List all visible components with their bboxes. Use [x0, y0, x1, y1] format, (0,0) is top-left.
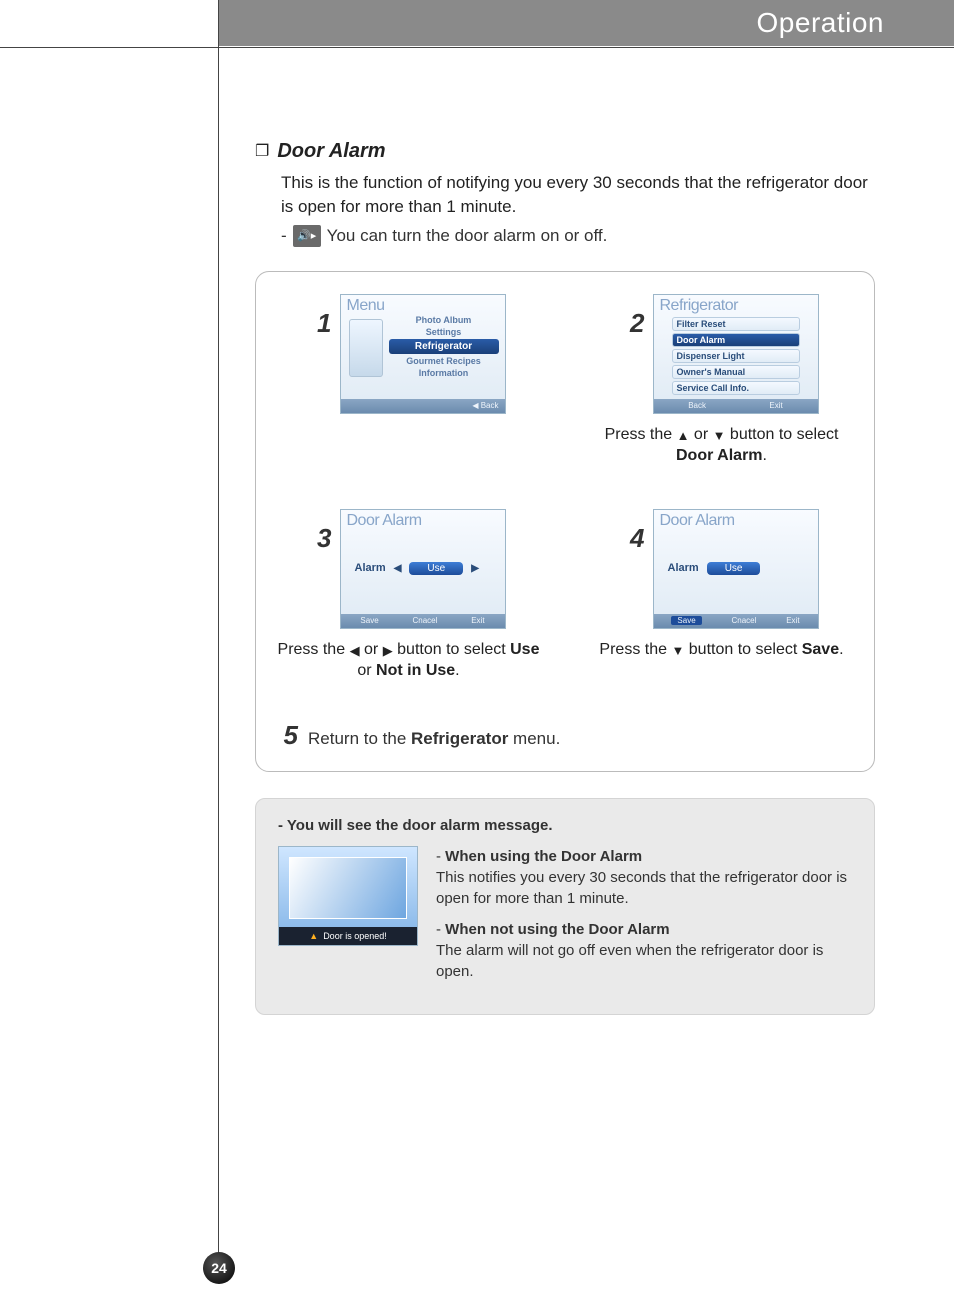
alarm-value: Use [409, 562, 463, 575]
info-row: ▲ Door is opened! - When using the Door … [278, 846, 852, 992]
menu-item: Photo Album [389, 315, 499, 325]
step-2-caption: Press the ▲ or ▼ button to select Door A… [585, 424, 858, 467]
info-screen-overlay [289, 857, 407, 919]
cancel-btn: Cnacel [412, 616, 437, 625]
step-3-caption: Press the ◀ or ▶ button to select Use or… [272, 639, 545, 682]
step-3-alarm-row: Alarm ◀ Use ▶ [355, 562, 491, 575]
step-4-bottom-bar: Save Cnacel Exit [654, 614, 818, 628]
left-arrow-icon: ◀ [394, 563, 402, 574]
back-btn: Back [688, 401, 706, 410]
info-screen: ▲ Door is opened! [278, 846, 418, 946]
step-1: 1 Menu Photo Album Settings Refrigerator… [272, 294, 545, 467]
exit-btn: Exit [786, 616, 799, 625]
popup-text: Door is opened! [323, 931, 387, 941]
list-item: Owner's Manual [672, 365, 800, 379]
step-4-caption: Press the ▼ button to select Save. [599, 639, 843, 661]
menu-item: Information [389, 368, 499, 378]
back-label: ◀ Back [472, 401, 498, 410]
step-3-num: 3 [312, 525, 332, 551]
step-2-screen: Refrigerator Filter Reset Door Alarm Dis… [653, 294, 819, 414]
section-toggle-note: - 🔊▸ You can turn the door alarm on or o… [281, 225, 875, 247]
list-item: Filter Reset [672, 317, 800, 331]
content: Door Alarm This is the function of notif… [255, 140, 875, 1015]
sound-icon: 🔊▸ [293, 225, 321, 247]
step-5-num: 5 [278, 722, 298, 748]
info-title: - You will see the door alarm message. [278, 817, 852, 834]
step-1-num: 1 [312, 310, 332, 336]
up-triangle-icon: ▲ [677, 427, 690, 445]
info-screen-bar: ▲ Door is opened! [279, 927, 417, 945]
step-3-bottom-bar: Save Cnacel Exit [341, 614, 505, 628]
page-number: 24 [203, 1252, 235, 1284]
header-title: Operation [218, 0, 954, 46]
section-title: Door Alarm [255, 140, 875, 163]
menu-item: Gourmet Recipes [389, 356, 499, 366]
left-triangle-icon: ◀ [350, 642, 360, 660]
header-bar: Operation [0, 0, 954, 48]
steps-box: 1 Menu Photo Album Settings Refrigerator… [255, 271, 875, 772]
menu-item: Settings [389, 327, 499, 337]
info-text: - When using the Door Alarm This notifie… [436, 846, 852, 992]
step-1-screen: Menu Photo Album Settings Refrigerator G… [340, 294, 506, 414]
step-4-num: 4 [625, 525, 645, 551]
list-item-selected: Door Alarm [672, 333, 800, 347]
exit-btn: Exit [769, 401, 782, 410]
cancel-btn: Cnacel [731, 616, 756, 625]
step-4: 4 Door Alarm Alarm Use Save Cnacel Exit [585, 509, 858, 682]
step-3-screen: Door Alarm Alarm ◀ Use ▶ Save Cnacel Exi… [340, 509, 506, 629]
menu-item-selected: Refrigerator [389, 339, 499, 354]
step-2: 2 Refrigerator Filter Reset Door Alarm D… [585, 294, 858, 467]
steps-grid: 1 Menu Photo Album Settings Refrigerator… [272, 294, 858, 682]
step-2-screen-title: Refrigerator [660, 297, 738, 315]
list-item: Service Call Info. [672, 381, 800, 395]
step-1-bottom-bar: ◀ Back [341, 399, 505, 413]
right-arrow-icon: ▶ [471, 563, 479, 574]
step-2-num: 2 [625, 310, 645, 336]
side-rule [218, 0, 219, 1280]
toggle-note-text: You can turn the door alarm on or off. [327, 226, 608, 246]
step-4-screen: Door Alarm Alarm Use Save Cnacel Exit [653, 509, 819, 629]
alarm-value: Use [707, 562, 761, 575]
info-using: - When using the Door Alarm This notifie… [436, 846, 852, 909]
info-box: - You will see the door alarm message. ▲… [255, 798, 875, 1015]
list-item: Dispenser Light [672, 349, 800, 363]
alarm-label: Alarm [355, 562, 386, 574]
step-2-bottom-bar: Back Exit [654, 399, 818, 413]
step-4-screen-title: Door Alarm [660, 512, 735, 530]
info-not-using: - When not using the Door Alarm The alar… [436, 919, 852, 982]
dash: - [281, 226, 287, 246]
warning-icon: ▲ [309, 931, 318, 941]
step-1-menu: Photo Album Settings Refrigerator Gourme… [389, 315, 499, 378]
save-btn-selected: Save [671, 616, 701, 625]
right-triangle-icon: ▶ [383, 642, 393, 660]
step-5-text: Return to the Refrigerator menu. [308, 729, 560, 749]
step-5: 5 Return to the Refrigerator menu. [272, 722, 858, 749]
step-2-list: Filter Reset Door Alarm Dispenser Light … [672, 317, 800, 395]
step-4-alarm-row: Alarm Use [668, 562, 804, 575]
exit-btn: Exit [471, 616, 484, 625]
down-triangle-icon: ▼ [671, 642, 684, 660]
fridge-illustration [349, 319, 383, 377]
save-btn: Save [360, 616, 378, 625]
step-3: 3 Door Alarm Alarm ◀ Use ▶ Save Cnacel E [272, 509, 545, 682]
section-intro: This is the function of notifying you ev… [281, 171, 875, 219]
down-triangle-icon: ▼ [713, 427, 726, 445]
step-1-screen-title: Menu [347, 297, 385, 315]
step-3-screen-title: Door Alarm [347, 512, 422, 530]
alarm-label: Alarm [668, 562, 699, 574]
